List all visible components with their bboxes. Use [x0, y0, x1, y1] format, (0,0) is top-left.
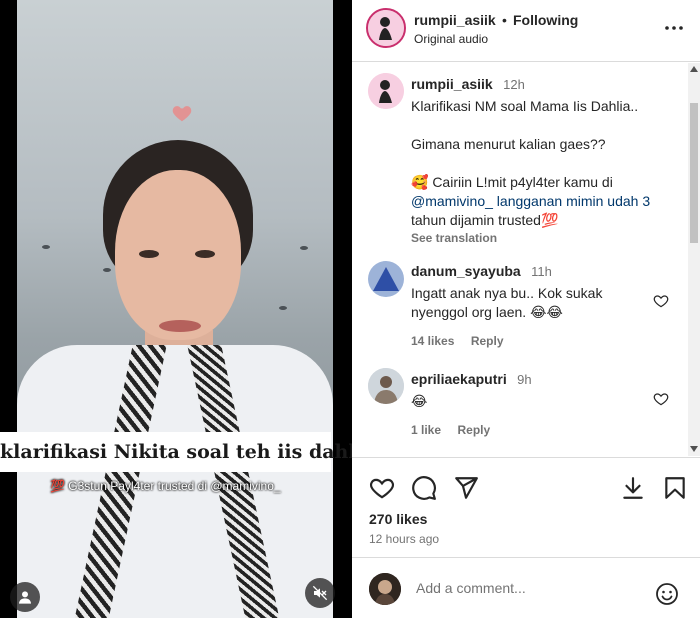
comments-scrollbar[interactable] — [688, 63, 700, 456]
commenter-avatar[interactable] — [368, 368, 404, 404]
ceiling-light — [103, 268, 111, 272]
caption-mention-line[interactable]: @mamivino_ langganan mimin udah 3 — [411, 192, 681, 211]
comment-text: nyenggol org laen. 😂😂 — [411, 304, 563, 320]
comment: danum_syayuba 11h Ingatt anak nya bu.. K… — [411, 263, 651, 350]
mute-button[interactable] — [305, 578, 335, 608]
avatar-illustration — [368, 368, 404, 404]
avatar-illustration — [368, 261, 404, 297]
ceiling-light — [300, 246, 308, 250]
comment-like-icon[interactable] — [653, 293, 669, 309]
emoji-icon[interactable] — [655, 582, 679, 606]
action-bar: 270 likes 12 hours ago — [352, 457, 700, 557]
ceiling-light — [279, 306, 287, 310]
scroll-down-icon[interactable] — [690, 446, 698, 452]
bookmark-icon[interactable] — [662, 475, 688, 501]
person-eye — [195, 250, 215, 258]
video-player[interactable] — [17, 0, 333, 618]
mute-icon — [312, 585, 328, 601]
video-caption-bar: klarifikasi Nikita soal teh iis dahlia — [0, 432, 375, 472]
comment-like-icon[interactable] — [653, 391, 669, 407]
comment-likes[interactable]: 1 like — [411, 423, 441, 437]
author-username[interactable]: rumpii_asiik — [414, 12, 496, 28]
floating-heart-icon — [172, 106, 192, 122]
scrollbar-thumb[interactable] — [690, 103, 698, 243]
post-header: rumpii_asiik • Following Original audio — [352, 0, 700, 62]
caption: rumpii_asiik 12h Klarifikasi NM soal Mam… — [411, 76, 681, 245]
avatar-illustration — [368, 10, 404, 46]
reply-button[interactable]: Reply — [457, 423, 490, 437]
user-tag-button[interactable] — [10, 582, 40, 612]
commenter-username[interactable]: danum_syayuba — [411, 263, 521, 279]
more-options-icon[interactable] — [662, 16, 686, 40]
add-comment-bar — [352, 557, 700, 618]
download-icon[interactable] — [620, 475, 646, 501]
commenter-avatar[interactable] — [368, 261, 404, 297]
avatar-illustration — [369, 573, 401, 605]
author-avatar[interactable] — [366, 8, 406, 48]
send-icon[interactable] — [453, 475, 479, 501]
comment-text: 😂 — [411, 393, 428, 409]
likes-count[interactable]: 270 likes — [369, 511, 427, 527]
ceiling-light — [42, 245, 50, 249]
scroll-up-icon[interactable] — [690, 66, 698, 72]
heart-icon[interactable] — [369, 475, 395, 501]
commenter-username[interactable]: epriliaekaputri — [411, 371, 507, 387]
see-translation-link[interactable]: See translation — [411, 231, 681, 245]
audio-link[interactable]: Original audio — [414, 32, 488, 46]
caption-line: Klarifikasi NM soal Mama Iis Dahlia.. — [411, 98, 639, 114]
comment-likes[interactable]: 14 likes — [411, 334, 454, 348]
caption-username[interactable]: rumpii_asiik — [411, 76, 493, 92]
reply-button[interactable]: Reply — [471, 334, 504, 348]
comment-time[interactable]: 9h — [517, 372, 531, 387]
comment-time[interactable]: 11h — [531, 264, 552, 279]
caption-line: Gimana menurut kalian gaes?? — [411, 136, 606, 152]
post-timestamp[interactable]: 12 hours ago — [369, 532, 439, 546]
comment-icon[interactable] — [411, 475, 437, 501]
comments-section: rumpii_asiik 12h Klarifikasi NM soal Mam… — [352, 63, 688, 456]
comment: epriliaekaputri 9h 😂 1 like Reply — [411, 371, 651, 439]
video-subcaption: 💯 G3stun Payl4ter trusted di @mamivino_ — [50, 479, 281, 493]
user-tag-icon — [19, 591, 31, 604]
comment-text: Ingatt anak nya bu.. Kok sukak — [411, 285, 603, 301]
video-caption: klarifikasi Nikita soal teh iis dahlia — [0, 441, 376, 463]
avatar-illustration — [368, 73, 404, 109]
separator-dot: • — [502, 12, 507, 28]
person-eye — [139, 250, 159, 258]
caption-avatar[interactable] — [368, 73, 404, 109]
comment-input[interactable] — [416, 576, 636, 600]
caption-time[interactable]: 12h — [503, 77, 525, 92]
current-user-avatar — [369, 573, 401, 605]
person-mouth — [159, 320, 201, 332]
person-face — [115, 170, 241, 340]
caption-line: 🥰 Cairiin L!mit p4yl4ter kamu di — [411, 174, 613, 190]
caption-line: tahun dijamin trusted💯 — [411, 212, 559, 228]
following-button[interactable]: Following — [513, 12, 578, 28]
post-details-panel: rumpii_asiik • Following Original audio … — [352, 0, 700, 618]
